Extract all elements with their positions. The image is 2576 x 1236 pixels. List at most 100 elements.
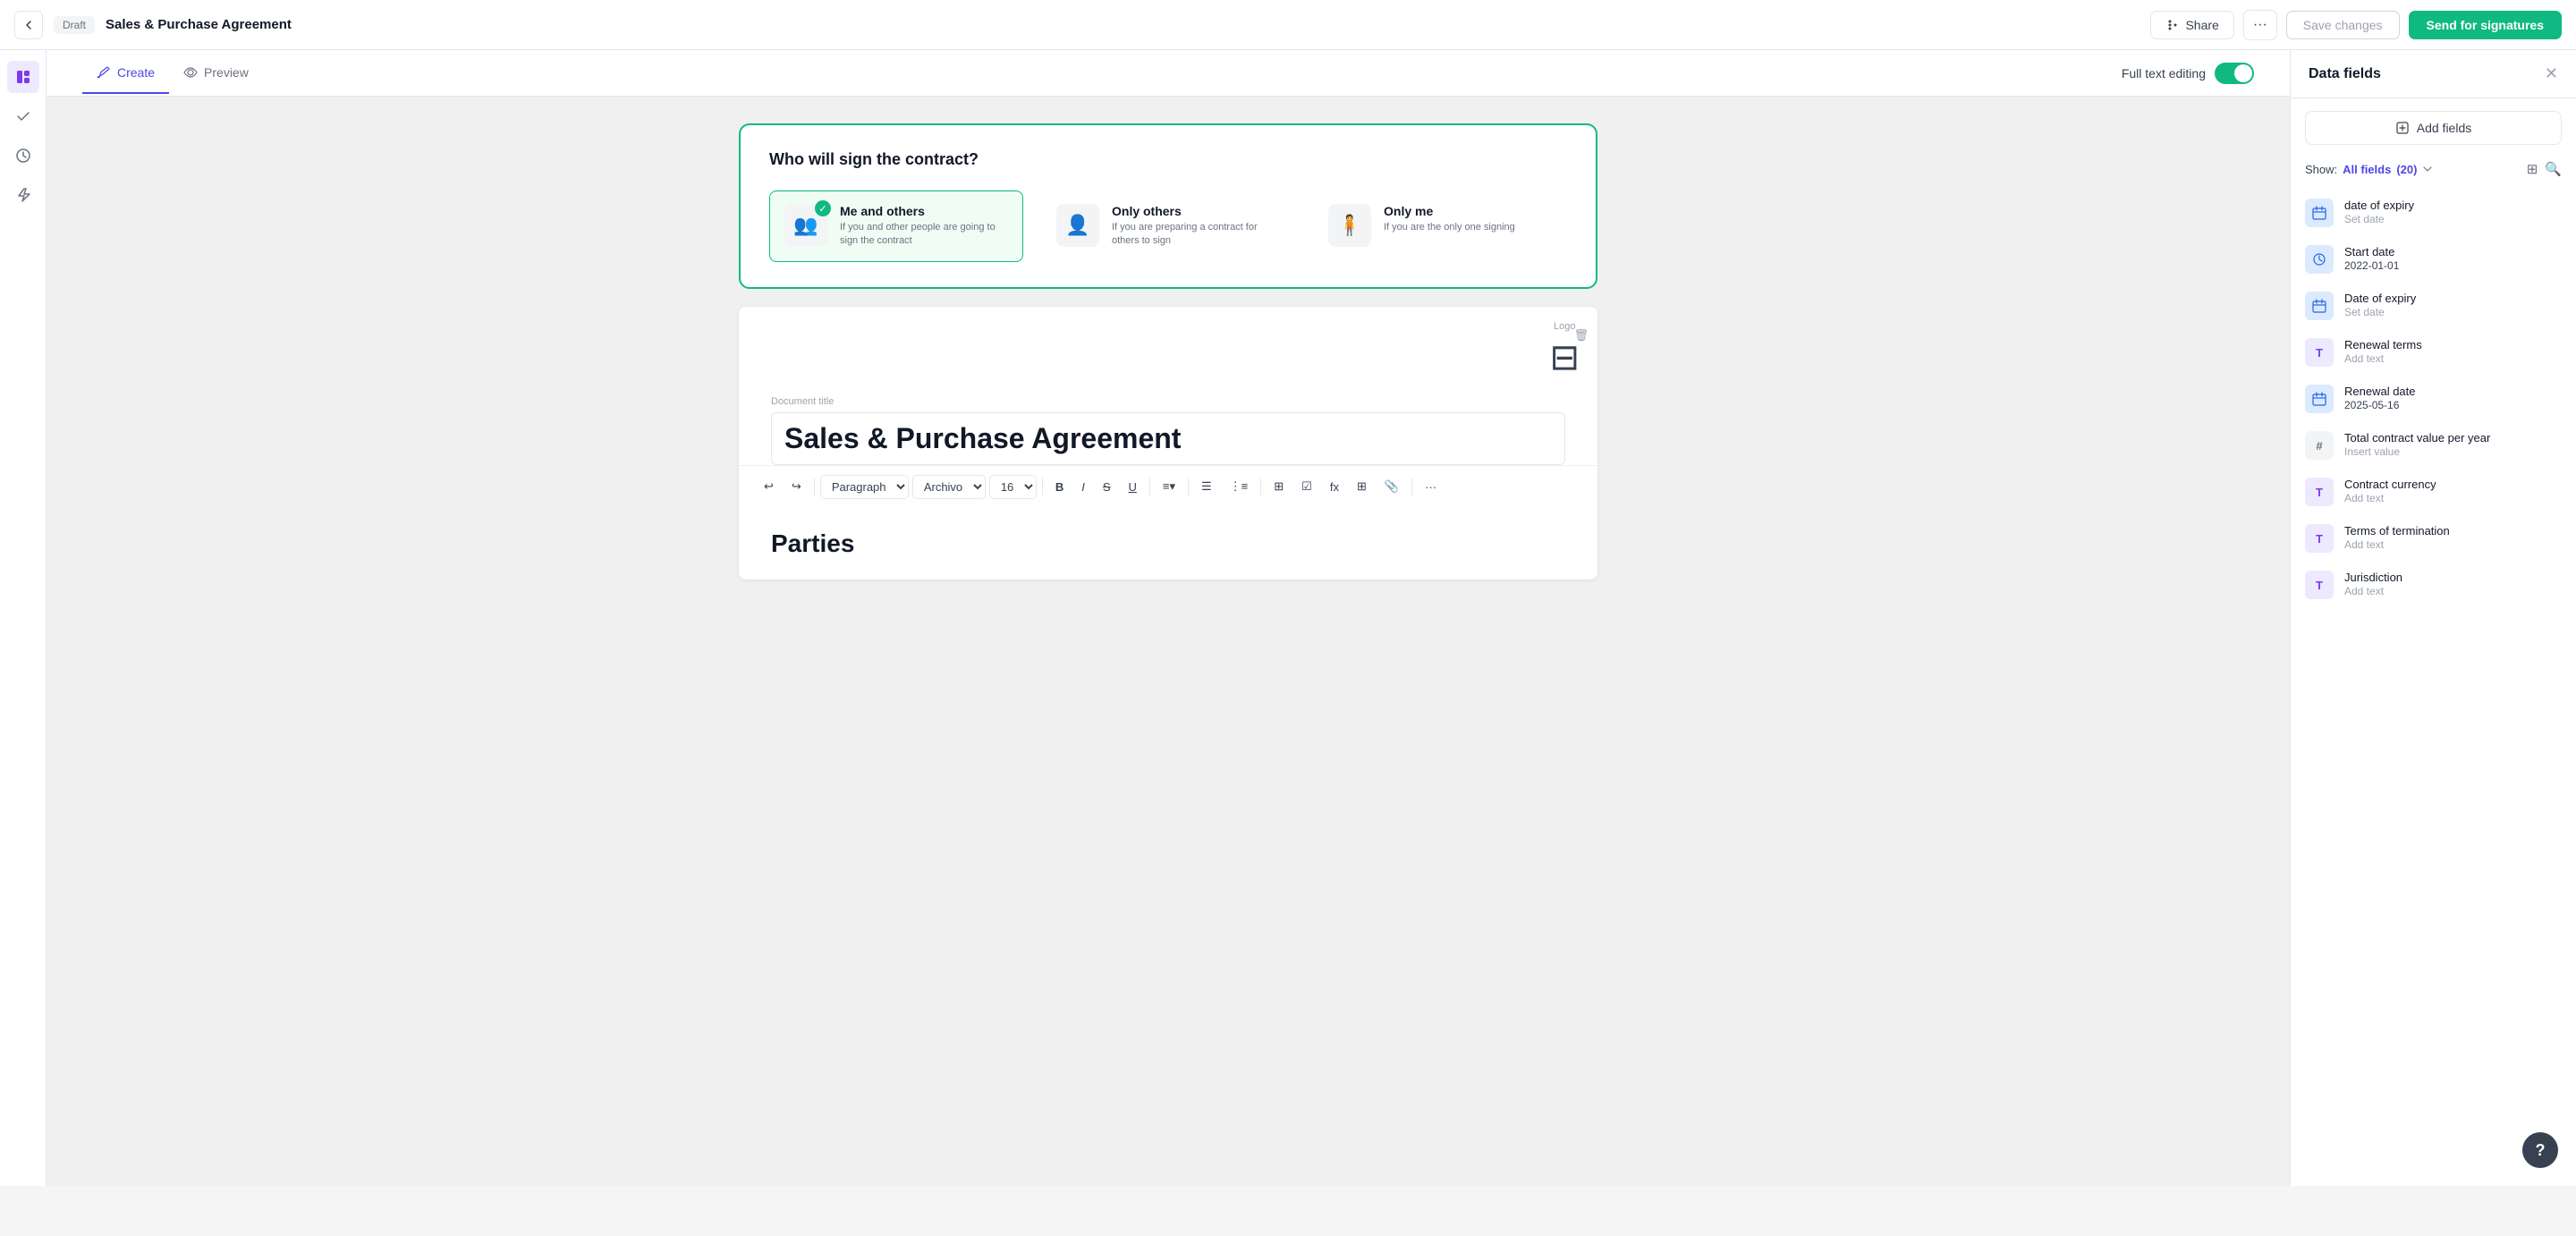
tab-create-label: Create — [117, 65, 155, 80]
signer-opt-text-only-me: Only me If you are the only one signing — [1384, 204, 1515, 234]
add-fields-label: Add fields — [2417, 121, 2471, 135]
list-item[interactable]: Renewal date 2025-05-16 — [2291, 376, 2576, 422]
selected-check: ✓ — [815, 200, 831, 216]
signer-options: 👥 ✓ Me and others If you and other peopl… — [769, 190, 1567, 262]
table-button[interactable]: ⊞ — [1350, 475, 1374, 498]
list-item[interactable]: Date of expiry Set date — [2291, 283, 2576, 329]
all-fields-label[interactable]: All fields — [2343, 163, 2391, 176]
sidebar-icon-bolt[interactable] — [7, 179, 39, 211]
doc-title-input[interactable] — [771, 412, 1565, 465]
share-button[interactable]: Share — [2150, 11, 2233, 39]
field-text-6: Contract currency Add text — [2344, 478, 2562, 504]
share-label: Share — [2185, 18, 2218, 32]
filter-icon[interactable]: ⊞ — [2527, 161, 2538, 177]
tab-create[interactable]: Create — [82, 53, 169, 94]
field-icon-4 — [2305, 385, 2334, 413]
sidebar-icon-layout[interactable] — [7, 61, 39, 93]
right-panel-title: Data fields — [2309, 66, 2381, 82]
redo-button[interactable]: ↪ — [784, 475, 809, 498]
list-item[interactable]: # Total contract value per year Insert v… — [2291, 422, 2576, 469]
document-header-area: Logo ⊟ 🗑 — [739, 307, 1597, 378]
doc-title-label: Document title — [771, 396, 1565, 407]
field-value-2: Set date — [2344, 306, 2562, 318]
tabs-right: Full text editing — [2122, 63, 2254, 84]
field-value-6: Add text — [2344, 492, 2562, 504]
list-item[interactable]: T Jurisdiction Add text — [2291, 562, 2576, 608]
signer-icon-only-me: 🧍 — [1328, 204, 1371, 247]
document-title-area: Document title — [739, 378, 1597, 465]
signer-opt-text-me-others: Me and others If you and other people ar… — [840, 204, 1008, 249]
topbar: Draft Sales & Purchase Agreement Share ·… — [0, 0, 2576, 50]
list-item[interactable]: T Renewal terms Add text — [2291, 329, 2576, 376]
strikethrough-button[interactable]: S — [1096, 476, 1118, 498]
field-value-5: Insert value — [2344, 445, 2562, 458]
checkbox-button[interactable]: ☑ — [1294, 475, 1319, 498]
add-fields-button[interactable]: Add fields — [2305, 111, 2562, 145]
toolbar-separator-5 — [1260, 478, 1261, 495]
tab-preview[interactable]: Preview — [169, 53, 263, 94]
signer-option-me-others[interactable]: 👥 ✓ Me and others If you and other peopl… — [769, 190, 1023, 262]
back-button[interactable] — [14, 11, 43, 39]
field-text-2: Date of expiry Set date — [2344, 292, 2562, 318]
document-title: Sales & Purchase Agreement — [106, 17, 2140, 32]
save-button[interactable]: Save changes — [2286, 11, 2400, 39]
numbered-button[interactable]: ⋮≡ — [1223, 475, 1256, 498]
field-name-6: Contract currency — [2344, 478, 2562, 491]
field-text-3: Renewal terms Add text — [2344, 338, 2562, 365]
show-label: Show: — [2305, 163, 2337, 176]
full-text-label: Full text editing — [2122, 66, 2206, 80]
logo-icon: ⊟ — [1549, 337, 1580, 378]
more-button[interactable]: ··· — [2243, 10, 2277, 40]
main-layout: Create Preview Full text editing — [0, 50, 2576, 1186]
field-value-0: Set date — [2344, 213, 2562, 225]
trash-icon[interactable]: 🗑 — [1573, 328, 1589, 343]
field-text-4: Renewal date 2025-05-16 — [2344, 385, 2562, 411]
show-right: ⊞ 🔍 — [2527, 161, 2562, 177]
signer-option-only-me[interactable]: 🧍 Only me If you are the only one signin… — [1313, 190, 1567, 262]
signer-option-label-0: Me and others — [840, 204, 1008, 218]
document-area: Who will sign the contract? 👥 ✓ Me and o… — [47, 97, 2290, 1186]
topbar-actions: Share ··· Save changes Send for signatur… — [2150, 10, 2562, 40]
size-select[interactable]: 16 — [989, 475, 1037, 499]
show-bar: Show: All fields (20) ⊞ 🔍 — [2291, 154, 2576, 184]
bullet-button[interactable]: ☰ — [1194, 475, 1219, 498]
more-toolbar-button[interactable]: ··· — [1418, 476, 1444, 498]
field-name-4: Renewal date — [2344, 385, 2562, 398]
field-text-0: date of expiry Set date — [2344, 199, 2562, 225]
search-icon[interactable]: 🔍 — [2545, 161, 2562, 177]
tab-preview-label: Preview — [204, 65, 249, 80]
page-break-button[interactable]: ⊞ — [1267, 475, 1291, 498]
field-value-7: Add text — [2344, 538, 2562, 551]
attachment-button[interactable]: 📎 — [1377, 475, 1406, 498]
full-text-toggle[interactable] — [2215, 63, 2254, 84]
field-icon-5: # — [2305, 431, 2334, 460]
list-item[interactable]: T Contract currency Add text — [2291, 469, 2576, 515]
formula-button[interactable]: fx — [1323, 476, 1346, 498]
bold-button[interactable]: B — [1048, 476, 1071, 498]
list-item[interactable]: date of expiry Set date — [2291, 190, 2576, 236]
sidebar-icon-clock[interactable] — [7, 140, 39, 172]
fields-list: date of expiry Set date Start date 2022-… — [2291, 184, 2576, 1186]
help-button[interactable]: ? — [2522, 1132, 2558, 1168]
right-panel-close[interactable]: ✕ — [2545, 64, 2558, 83]
list-item[interactable]: Start date 2022-01-01 — [2291, 236, 2576, 283]
list-item[interactable]: T Terms of termination Add text — [2291, 515, 2576, 562]
show-left: Show: All fields (20) — [2305, 163, 2433, 176]
italic-button[interactable]: I — [1074, 476, 1092, 498]
signer-option-only-others[interactable]: 👤 Only others If you are preparing a con… — [1041, 190, 1295, 262]
underline-button[interactable]: U — [1122, 476, 1144, 498]
undo-button[interactable]: ↩ — [757, 475, 781, 498]
send-button[interactable]: Send for signatures — [2409, 11, 2562, 39]
signer-option-desc-0: If you and other people are going to sig… — [840, 221, 1008, 249]
font-select[interactable]: Archivo — [912, 475, 986, 499]
signer-card: Who will sign the contract? 👥 ✓ Me and o… — [739, 123, 1597, 289]
paragraph-select[interactable]: Paragraph — [820, 475, 909, 499]
signer-opt-text-only-others: Only others If you are preparing a contr… — [1112, 204, 1280, 249]
sidebar-icon-check[interactable] — [7, 100, 39, 132]
field-name-7: Terms of termination — [2344, 524, 2562, 538]
align-button[interactable]: ≡▾ — [1156, 475, 1182, 498]
right-panel: Data fields ✕ Add fields Show: All field… — [2290, 50, 2576, 1186]
toolbar-separator-6 — [1411, 478, 1412, 495]
signer-option-label-2: Only me — [1384, 204, 1515, 218]
field-text-5: Total contract value per year Insert val… — [2344, 431, 2562, 458]
